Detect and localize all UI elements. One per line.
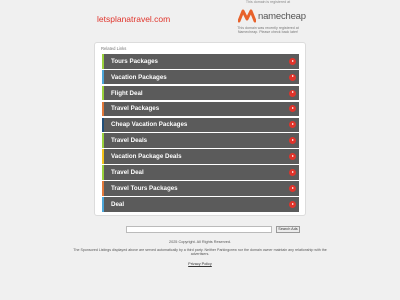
arrow-right-icon (289, 89, 296, 97)
namecheap-logo[interactable]: namecheap (237, 7, 306, 25)
registered-note: This domain is registered at (245, 0, 291, 4)
related-link-label: Tours Packages (111, 57, 159, 65)
link-color-bar (102, 85, 104, 101)
link-color-bar (102, 69, 104, 85)
arrow-right-icon (289, 105, 296, 113)
related-link[interactable]: Vacation Package Deals (102, 149, 299, 164)
related-links-panel: Related Links Tours Packages Vacation Pa… (94, 42, 306, 216)
registrar-note: This domain was recently registered at N… (237, 26, 299, 34)
namecheap-icon (237, 9, 257, 23)
related-link[interactable]: Travel Deals (102, 133, 299, 148)
search-ads-button[interactable]: Search Ads (276, 226, 300, 233)
copyright-text: 2025 Copyright. All Rights Reserved. (168, 240, 232, 244)
registrar-name: namecheap (258, 10, 306, 22)
related-links-list: Tours Packages Vacation Packages Flight … (102, 54, 299, 213)
arrow-right-icon (289, 200, 296, 208)
link-color-bar (102, 165, 104, 180)
related-link-label: Flight Deal (111, 89, 143, 97)
arrow-right-icon (289, 184, 296, 192)
related-link[interactable]: Travel Deal (102, 165, 299, 180)
link-color-bar (102, 181, 104, 196)
arrow-right-icon (289, 137, 296, 145)
domain-link[interactable]: letsplanatravel.com (97, 14, 170, 24)
related-link[interactable]: Flight Deal (102, 85, 299, 101)
related-link-label: Cheap Vacation Packages (111, 121, 188, 129)
arrow-right-icon (289, 121, 296, 129)
link-color-bar (102, 54, 104, 69)
search-bar: Search Ads (126, 226, 302, 234)
related-link-label: Travel Tours Packages (111, 184, 178, 192)
related-link[interactable]: Tours Packages (102, 54, 299, 69)
arrow-right-icon (289, 153, 296, 161)
related-link-label: Vacation Packages (111, 73, 167, 81)
related-link-label: Deal (111, 200, 125, 208)
link-color-bar (102, 149, 104, 164)
privacy-policy-link[interactable]: Privacy Policy (0, 262, 400, 266)
link-color-bar (102, 197, 104, 212)
related-link[interactable]: Travel Tours Packages (102, 181, 299, 196)
search-input[interactable] (126, 226, 272, 233)
link-color-bar (102, 101, 104, 117)
arrow-right-icon (289, 57, 296, 65)
related-link-label: Vacation Package Deals (111, 153, 182, 161)
link-color-bar (102, 133, 104, 148)
disclaimer-text: The Sponsored Listings displayed above a… (73, 248, 327, 257)
related-link-label: Travel Deal (111, 168, 144, 176)
related-links-label: Related Links (101, 46, 127, 51)
arrow-right-icon (289, 168, 296, 176)
related-link[interactable]: Cheap Vacation Packages (102, 117, 299, 133)
related-link[interactable]: Deal (102, 197, 299, 212)
link-color-bar (102, 117, 104, 133)
arrow-right-icon (289, 73, 296, 81)
related-link-label: Travel Packages (111, 105, 160, 113)
related-link[interactable]: Travel Packages (102, 101, 299, 117)
related-link-label: Travel Deals (111, 137, 148, 145)
related-link[interactable]: Vacation Packages (102, 69, 299, 85)
